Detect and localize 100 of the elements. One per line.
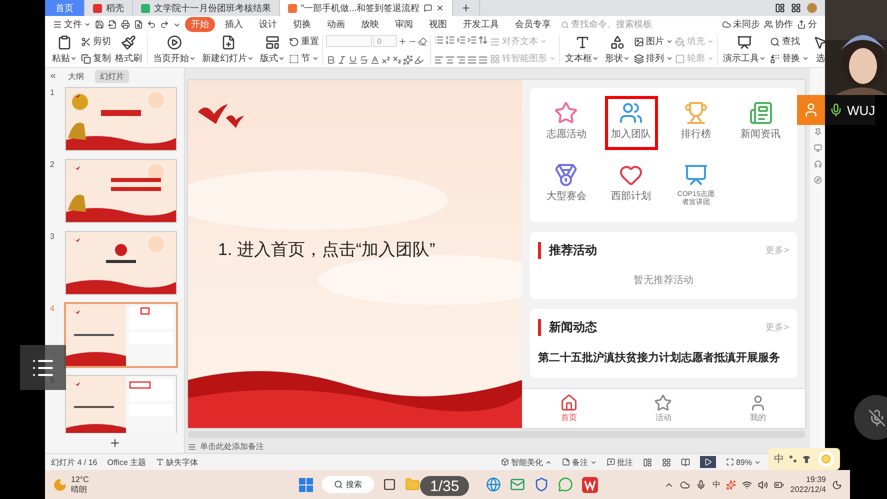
- ribbon-button[interactable]: 替换: [770, 52, 809, 65]
- ribbon-tab[interactable]: 开发工具: [457, 17, 505, 32]
- slide-thumbnail[interactable]: [66, 232, 176, 294]
- pin-icon: [814, 128, 822, 136]
- window-layout-icon: [775, 3, 785, 13]
- clock[interactable]: 19:39 2022/12/4: [790, 475, 826, 494]
- input-method[interactable]: 中: [712, 479, 720, 490]
- file-menu[interactable]: 文件: [53, 18, 91, 31]
- notes-placeholder[interactable]: 单击此处添加备注: [188, 440, 805, 453]
- ribbon-button[interactable]: 排列: [634, 52, 673, 65]
- toolbar-action[interactable]: 分: [797, 18, 817, 31]
- ribbon-tab[interactable]: 放映: [355, 17, 385, 32]
- ribbon-tab[interactable]: 会员专享: [509, 17, 557, 32]
- nav-item[interactable]: 我的: [748, 389, 767, 428]
- ribbon-button[interactable]: 演示工具: [721, 35, 768, 65]
- podium-icon: [684, 101, 708, 125]
- zoom-button[interactable]: 89%: [726, 458, 761, 466]
- presentation-icon: [684, 162, 708, 187]
- toolbar-action[interactable]: 协作: [764, 18, 793, 31]
- ribbon-tab[interactable]: 视图: [423, 17, 453, 32]
- task-view-icon[interactable]: [382, 478, 396, 491]
- panel-tab[interactable]: 大纲: [63, 70, 89, 82]
- normal-view-icon[interactable]: [642, 458, 652, 466]
- browser-icon[interactable]: [486, 477, 501, 492]
- feature-item[interactable]: 加入团队: [604, 96, 658, 150]
- reading-view-icon[interactable]: [680, 458, 690, 466]
- bullets-icon: [434, 35, 444, 45]
- sorter-view-icon[interactable]: [662, 458, 671, 466]
- punctuation-icon: [789, 455, 797, 463]
- ribbon-tab[interactable]: 切换: [287, 17, 317, 32]
- battery-icon[interactable]: [774, 480, 784, 490]
- layers-icon: [634, 54, 644, 64]
- ribbon-button[interactable]: 粘贴: [50, 35, 79, 65]
- shield-icon[interactable]: [534, 477, 549, 492]
- ribbon-button[interactable]: 文本框: [563, 35, 601, 65]
- presentation-icon: [737, 35, 752, 50]
- ribbon-tab[interactable]: 审阅: [389, 17, 419, 32]
- cloud-icon[interactable]: [680, 480, 690, 490]
- ribbon-button[interactable]: 剪切: [81, 35, 111, 48]
- app-tab[interactable]: 稻壳: [85, 0, 133, 16]
- mute-button[interactable]: [854, 395, 887, 440]
- ribbon-button[interactable]: 查找: [770, 35, 809, 48]
- ribbon-button[interactable]: 选: [811, 35, 825, 65]
- smart-art-icon: [490, 54, 500, 64]
- ribbon-button[interactable]: 图片: [634, 35, 673, 48]
- start-icon[interactable]: [298, 478, 313, 492]
- ribbon-button[interactable]: 节: [289, 52, 319, 65]
- ribbon-button[interactable]: 格式刷: [113, 35, 144, 65]
- focus-icon[interactable]: [832, 480, 842, 490]
- ribbon-tab[interactable]: 插入: [219, 17, 249, 32]
- mail-icon[interactable]: [510, 477, 525, 492]
- page-counter: 1/35: [420, 476, 470, 496]
- ribbon-button[interactable]: 新建幻灯片: [200, 35, 256, 65]
- slide-thumbnail[interactable]: [66, 376, 176, 433]
- app-tray-icon[interactable]: [726, 480, 736, 490]
- nav-item[interactable]: 活动: [654, 389, 672, 428]
- wps-icon[interactable]: [582, 476, 598, 492]
- italic-icon: [337, 55, 347, 65]
- ribbon-button[interactable]: 形状: [603, 35, 632, 65]
- list-menu-button[interactable]: [20, 345, 66, 390]
- comments-button[interactable]: 批注: [606, 456, 633, 468]
- slide-thumbnail[interactable]: [66, 304, 176, 366]
- close-icon: [436, 4, 444, 12]
- toolbar-action[interactable]: 未同步: [722, 18, 760, 31]
- clipboard-icon: [57, 35, 72, 50]
- weather-widget[interactable]: 12°C 晴朗: [53, 475, 89, 494]
- feature-item[interactable]: 新闻资讯: [734, 96, 787, 150]
- wifi-icon[interactable]: [742, 480, 752, 490]
- ribbon-button[interactable]: 当页开始: [151, 35, 198, 65]
- ribbon-button[interactable]: 重置: [289, 35, 319, 48]
- nav-item[interactable]: 首页: [560, 389, 578, 428]
- taskbar-search[interactable]: 搜索: [322, 476, 374, 493]
- microphone-icon[interactable]: [696, 480, 706, 490]
- ribbon-tab[interactable]: 动画: [321, 17, 351, 32]
- caret-icon: [544, 458, 552, 466]
- ribbon-button[interactable]: 复制: [81, 52, 111, 65]
- ribbon-tab[interactable]: 设计: [253, 17, 283, 32]
- redo-icon: [160, 20, 169, 29]
- subscript-icon: [392, 55, 402, 65]
- home-icon: [560, 394, 578, 412]
- ribbon-button[interactable]: 版式: [258, 35, 287, 65]
- volume-icon[interactable]: [758, 480, 768, 490]
- outdent-icon: [456, 35, 466, 45]
- beautify-button[interactable]: 智能美化: [500, 456, 552, 468]
- feature-item[interactable]: 西部计划: [604, 158, 658, 216]
- feature-item[interactable]: 排行榜: [670, 96, 722, 150]
- missing-font-button[interactable]: 缺失字体: [156, 456, 198, 468]
- slide-thumbnail[interactable]: [66, 160, 176, 222]
- slide-thumbnail[interactable]: [66, 88, 176, 150]
- section-title: 推荐活动: [538, 242, 597, 259]
- ime-mode[interactable]: 中: [774, 452, 784, 466]
- panel-tab[interactable]: 幻灯片: [95, 70, 129, 82]
- app-tab[interactable]: "一部手机做...和签到签退流程: [280, 0, 453, 16]
- news-headline[interactable]: 第二十五批沪滇扶贫接力计划志愿者抵滇开展服务: [538, 350, 789, 366]
- notes-button[interactable]: 备注: [562, 456, 597, 468]
- feature-item[interactable]: 志愿活动: [540, 96, 593, 150]
- feature-item[interactable]: 大型赛会: [540, 158, 593, 216]
- font-name-field[interactable]: [326, 35, 372, 47]
- caret-icon: [666, 55, 673, 62]
- slideshow-button[interactable]: [700, 456, 716, 468]
